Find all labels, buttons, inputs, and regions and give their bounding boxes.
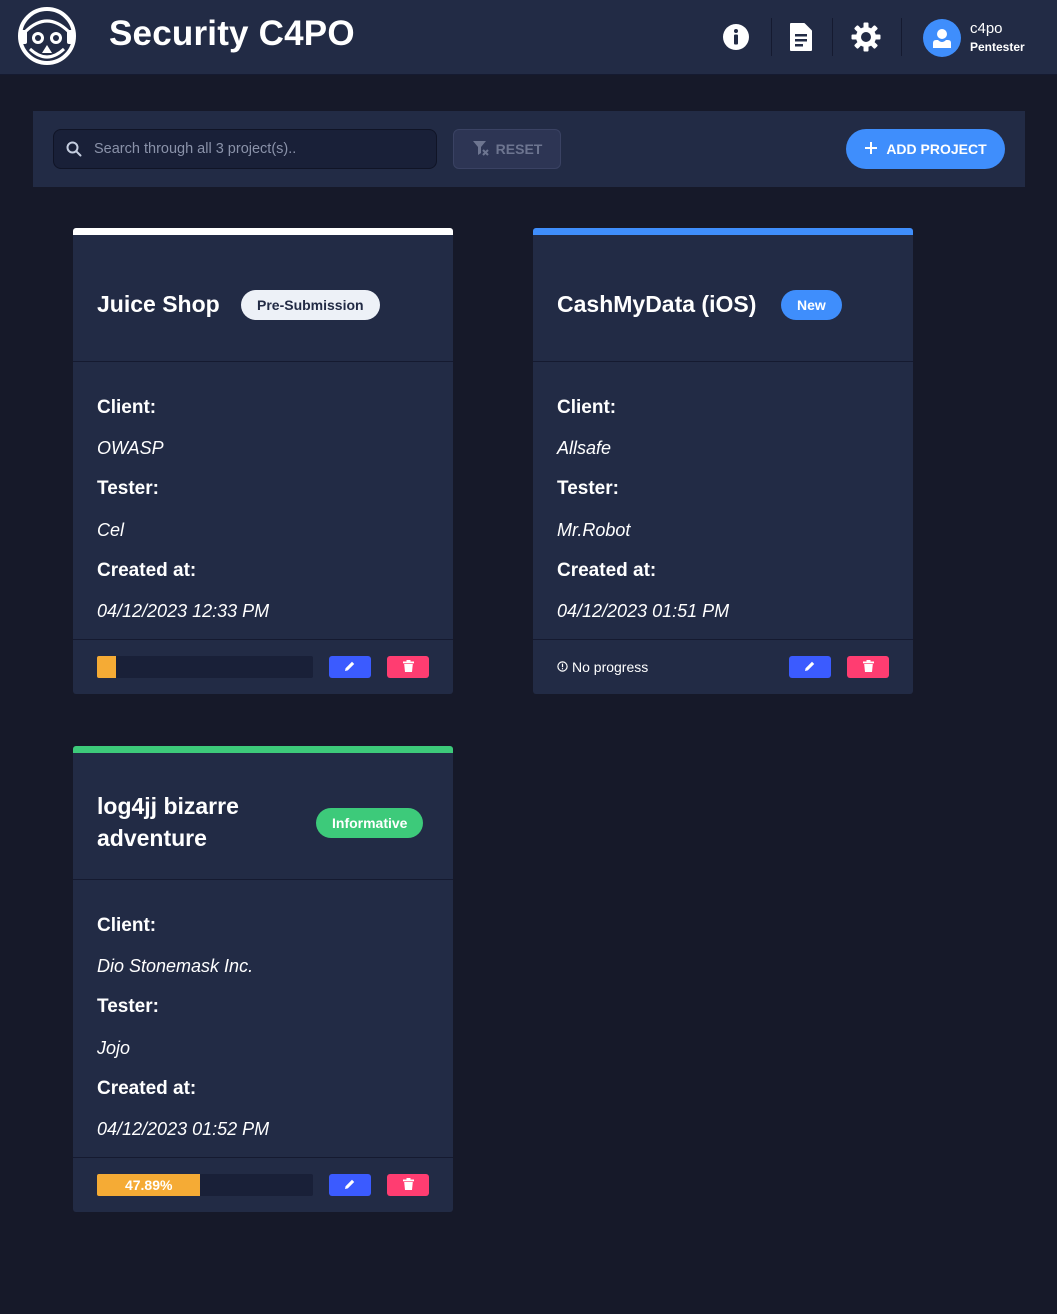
card-body: Client: Dio Stonemask Inc. Tester: Jojo …	[73, 880, 453, 1158]
project-title-line: adventure	[97, 825, 207, 851]
created-label: Created at:	[97, 1078, 197, 1099]
no-progress-indicator: No progress	[557, 659, 648, 675]
header-divider	[771, 18, 772, 56]
client-value: Allsafe	[557, 438, 612, 458]
project-toolbar: RESET ADD PROJECT	[33, 111, 1025, 187]
tester-label: Tester:	[97, 478, 159, 499]
robot-logo-icon[interactable]	[16, 5, 78, 67]
card-footer: 47.89%	[73, 1158, 453, 1212]
client-value: Dio Stonemask Inc.	[97, 956, 254, 976]
card-accent-bar	[73, 746, 453, 753]
trash-icon	[862, 659, 874, 675]
pencil-icon	[344, 660, 356, 675]
project-title: Juice Shop	[97, 291, 220, 317]
created-value: 04/12/2023 01:52 PM	[97, 1119, 270, 1139]
reset-button[interactable]: RESET	[453, 129, 561, 169]
created-value: 04/12/2023 01:51 PM	[557, 601, 730, 621]
project-title: log4jj bizarre adventure	[97, 790, 239, 854]
progress-fill	[97, 656, 117, 678]
progress-fill: 47.89%	[97, 1174, 201, 1196]
tester-value: Jojo	[97, 1038, 131, 1058]
card-header: Juice Shop Pre-Submission	[73, 235, 453, 362]
tester-value: Mr.Robot	[557, 520, 631, 540]
delete-button[interactable]	[387, 656, 429, 678]
created-value: 04/12/2023 12:33 PM	[97, 601, 270, 621]
project-card[interactable]: Juice Shop Pre-Submission Client: OWASP …	[73, 228, 453, 694]
card-body: Client: Allsafe Tester: Mr.Robot Created…	[533, 362, 913, 640]
user-avatar-icon[interactable]	[923, 19, 961, 57]
project-title: CashMyData (iOS)	[557, 291, 757, 317]
card-body: Client: OWASP Tester: Cel Created at: 04…	[73, 362, 453, 640]
add-project-button[interactable]: ADD PROJECT	[846, 129, 1005, 169]
project-card[interactable]: CashMyData (iOS) New Client: Allsafe Tes…	[533, 228, 913, 694]
client-label: Client:	[557, 397, 617, 418]
pencil-icon	[804, 660, 816, 675]
card-footer: No progress	[533, 640, 913, 694]
edit-button[interactable]	[789, 656, 831, 678]
status-badge: Informative	[316, 808, 424, 838]
header-divider	[901, 18, 902, 56]
trash-icon	[402, 1177, 414, 1193]
search-icon	[66, 141, 82, 162]
card-accent-bar	[533, 228, 913, 235]
document-icon[interactable]	[786, 22, 816, 52]
add-project-label: ADD PROJECT	[886, 141, 987, 157]
plus-icon	[864, 141, 878, 158]
tester-label: Tester:	[97, 996, 159, 1017]
gear-icon[interactable]	[851, 22, 881, 52]
info-icon[interactable]	[721, 22, 751, 52]
pencil-icon	[344, 1178, 356, 1193]
edit-button[interactable]	[329, 1174, 371, 1196]
search-input[interactable]	[94, 130, 424, 168]
card-accent-bar	[73, 228, 453, 235]
created-label: Created at:	[97, 560, 197, 581]
no-progress-label: No progress	[572, 659, 649, 675]
progress-bar: 47.89%	[97, 1174, 313, 1196]
user-role: Pentester	[970, 40, 1025, 54]
card-header: log4jj bizarre adventure Informative	[73, 753, 453, 880]
client-label: Client:	[97, 915, 157, 936]
top-header: Security C4PO c4po Pentester	[0, 0, 1057, 75]
filter-off-icon	[472, 140, 490, 159]
status-badge: New	[781, 290, 842, 320]
exclamation-circle-icon	[557, 659, 568, 675]
trash-icon	[402, 659, 414, 675]
status-badge: Pre-Submission	[241, 290, 380, 320]
edit-button[interactable]	[329, 656, 371, 678]
header-divider	[832, 18, 833, 56]
card-footer	[73, 640, 453, 694]
reset-label: RESET	[495, 141, 543, 157]
app-title: Security C4PO	[109, 14, 355, 53]
client-value: OWASP	[97, 438, 164, 458]
search-box[interactable]	[53, 129, 437, 169]
tester-value: Cel	[97, 520, 125, 540]
tester-label: Tester:	[557, 478, 619, 499]
delete-button[interactable]	[387, 1174, 429, 1196]
card-header: CashMyData (iOS) New	[533, 235, 913, 362]
project-card[interactable]: log4jj bizarre adventure Informative Cli…	[73, 746, 453, 1212]
project-title-line: log4jj bizarre	[97, 793, 239, 819]
user-name: c4po	[970, 20, 1003, 37]
created-label: Created at:	[557, 560, 657, 581]
client-label: Client:	[97, 397, 157, 418]
progress-bar	[97, 656, 313, 678]
delete-button[interactable]	[847, 656, 889, 678]
